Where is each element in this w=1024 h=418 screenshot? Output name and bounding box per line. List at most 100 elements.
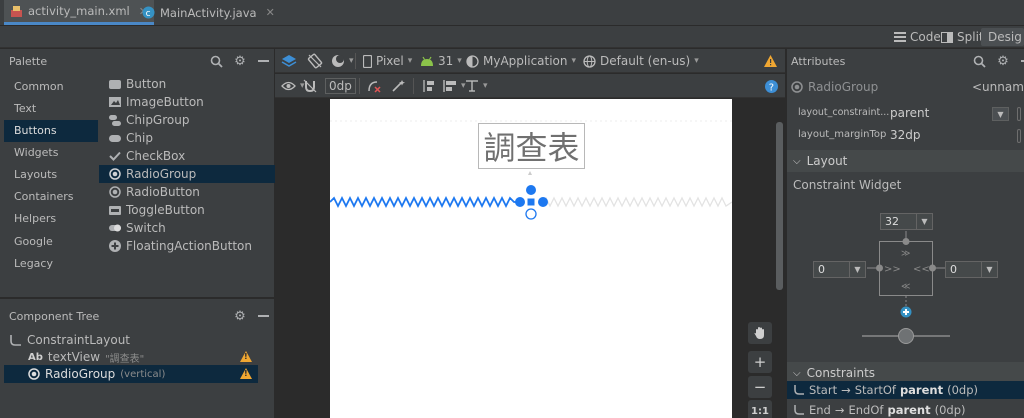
attribute-value[interactable]: 32dp	[890, 128, 921, 142]
palette-item-switch[interactable]: Switch	[99, 219, 275, 237]
locale-selector[interactable]: Default (en-us) ▾	[583, 52, 699, 70]
view-options-button[interactable]: ▾	[281, 77, 305, 95]
minimize-icon[interactable]	[255, 308, 271, 324]
chevron-down-icon: ⌵	[793, 155, 801, 167]
radio-icon	[109, 168, 121, 180]
search-icon[interactable]	[208, 53, 224, 69]
tab-main-activity[interactable]: c MainActivity.java ✕	[136, 0, 281, 25]
palette-category-google[interactable]: Google	[4, 231, 98, 253]
default-margin-button[interactable]: 0dp	[325, 78, 356, 94]
orientation-button[interactable]	[307, 52, 323, 70]
palette-category-legacy[interactable]: Legacy	[4, 253, 98, 275]
plus-circle-icon	[109, 240, 121, 252]
attribute-row-margin-top: layout_marginTop 32dp	[787, 126, 1024, 146]
help-button[interactable]: ?	[765, 77, 778, 95]
palette-item-radiogroup[interactable]: RadioGroup	[99, 165, 275, 183]
autoconnect-toggle[interactable]	[303, 77, 317, 95]
palette-item-imagebutton[interactable]: ImageButton	[99, 93, 275, 111]
palette-item-radiobutton[interactable]: RadioButton	[99, 183, 275, 201]
image-button-icon	[109, 96, 121, 108]
warning-icon[interactable]	[240, 351, 252, 362]
layers-button[interactable]	[281, 52, 297, 70]
align-left-icon	[443, 80, 456, 92]
constraint-widget-label: Constraint Widget	[793, 178, 902, 192]
layout-section-header[interactable]: ⌵ Layout	[787, 150, 1024, 172]
radio-icon	[28, 368, 40, 380]
constraint-row-end[interactable]: End → EndOf parent (0dp)	[787, 401, 1024, 418]
device-label: Pixel	[376, 54, 404, 68]
night-mode-button[interactable]: ▾	[331, 52, 354, 70]
palette-category-buttons[interactable]: Buttons	[4, 120, 98, 142]
tree-node-hint: (vertical)	[120, 368, 166, 380]
chevron-down-icon[interactable]: ▼	[992, 107, 1009, 121]
top-anchor-handle[interactable]	[526, 185, 536, 195]
bottom-anchor-handle[interactable]	[525, 208, 537, 220]
palette-item-checkbox[interactable]: CheckBox	[99, 147, 275, 165]
code-view-button[interactable]: Code	[891, 28, 944, 46]
minimize-icon[interactable]	[1017, 53, 1024, 69]
zoom-actual-size-button[interactable]: 1:1	[748, 400, 772, 418]
align-button[interactable]: ▾	[443, 77, 466, 95]
tree-node-radiogroup[interactable]: RadioGroup (vertical)	[4, 365, 258, 383]
theme-selector[interactable]: MyApplication ▾	[466, 52, 576, 70]
palette-title: Palette	[9, 55, 48, 68]
constraint-layout-icon	[10, 334, 21, 346]
code-lines-icon	[894, 32, 906, 42]
gear-icon[interactable]: ⚙	[232, 53, 248, 69]
api-level-selector[interactable]: 31 ▾	[420, 52, 462, 70]
palette-item-fab[interactable]: FloatingActionButton	[99, 237, 275, 255]
search-icon[interactable]	[971, 53, 987, 69]
bias-slider-handle[interactable]	[898, 328, 914, 344]
tab-label: MainActivity.java	[160, 5, 257, 20]
tab-activity-main[interactable]: activity_main.xml ✕	[4, 0, 154, 25]
pan-button[interactable]	[748, 322, 772, 344]
palette-item-togglebutton[interactable]: ToggleButton	[99, 201, 275, 219]
end-anchor-handle[interactable]	[538, 197, 548, 207]
device-preview[interactable]: 調查表	[330, 99, 732, 418]
palette-category-helpers[interactable]: Helpers	[4, 208, 98, 230]
tree-node-constraintlayout[interactable]: ConstraintLayout	[4, 331, 258, 349]
layout-toolbar: ▾ 0dp ▾ ▾ ?	[275, 74, 785, 98]
margin-top-dropdown[interactable]: 32 ▼	[880, 213, 933, 230]
constraint-icon	[794, 385, 804, 395]
canvas-scrollbar[interactable]	[776, 122, 783, 290]
palette-category-containers[interactable]: Containers	[4, 186, 98, 208]
zoom-in-button[interactable]: +	[748, 351, 772, 373]
gear-icon[interactable]: ⚙	[995, 53, 1011, 69]
textview-preview[interactable]: 調查表	[478, 123, 585, 169]
java-class-icon: c	[142, 6, 155, 19]
issues-warning-button[interactable]	[764, 52, 777, 70]
clear-constraints-button[interactable]	[367, 77, 381, 95]
palette-item-chipgroup[interactable]: ChipGroup	[99, 111, 275, 129]
palette-category-text[interactable]: Text	[4, 98, 98, 120]
toolbar-divider	[359, 78, 360, 94]
design-view-button[interactable]: Desig	[981, 28, 1024, 46]
zoom-out-button[interactable]: −	[748, 376, 772, 398]
constraint-row-start[interactable]: Start → StartOf parent (0dp)	[787, 381, 1024, 399]
split-view-button[interactable]: Split	[938, 28, 987, 46]
close-icon[interactable]: ✕	[266, 6, 275, 19]
attribute-value[interactable]: parent	[890, 106, 929, 120]
gear-icon[interactable]: ⚙	[232, 308, 248, 324]
palette-category-widgets[interactable]: Widgets	[4, 142, 98, 164]
pack-button[interactable]	[421, 77, 435, 95]
constraint-arrow: →	[841, 383, 851, 397]
palette-item-chip[interactable]: Chip	[99, 129, 275, 147]
tree-node-textview[interactable]: Ab textView "調查表"	[4, 348, 258, 366]
chevron-down-icon: ▾	[407, 56, 413, 66]
palette-item-button[interactable]: Button	[99, 75, 275, 93]
start-anchor-handle[interactable]	[515, 197, 525, 207]
radiogroup-selection[interactable]	[527, 198, 535, 206]
widget-id-field[interactable]: <unnamed>	[972, 80, 1024, 94]
guidelines-button[interactable]: ▾	[465, 77, 488, 95]
palette-category-common[interactable]: Common	[4, 76, 98, 98]
warning-icon[interactable]	[240, 368, 252, 379]
attribute-row-constraint: layout_constraint... parent ▼	[787, 104, 1024, 124]
theme-icon	[466, 54, 479, 68]
design-toolbar: ▾ Pixel ▾ 31 ▾ MyApplication ▾ Default (…	[275, 49, 785, 73]
start-constraint-spring	[330, 195, 520, 209]
infer-constraints-button[interactable]	[391, 77, 405, 95]
minimize-icon[interactable]	[255, 53, 271, 69]
palette-category-layouts[interactable]: Layouts	[4, 164, 98, 186]
device-selector[interactable]: Pixel ▾	[363, 52, 412, 70]
